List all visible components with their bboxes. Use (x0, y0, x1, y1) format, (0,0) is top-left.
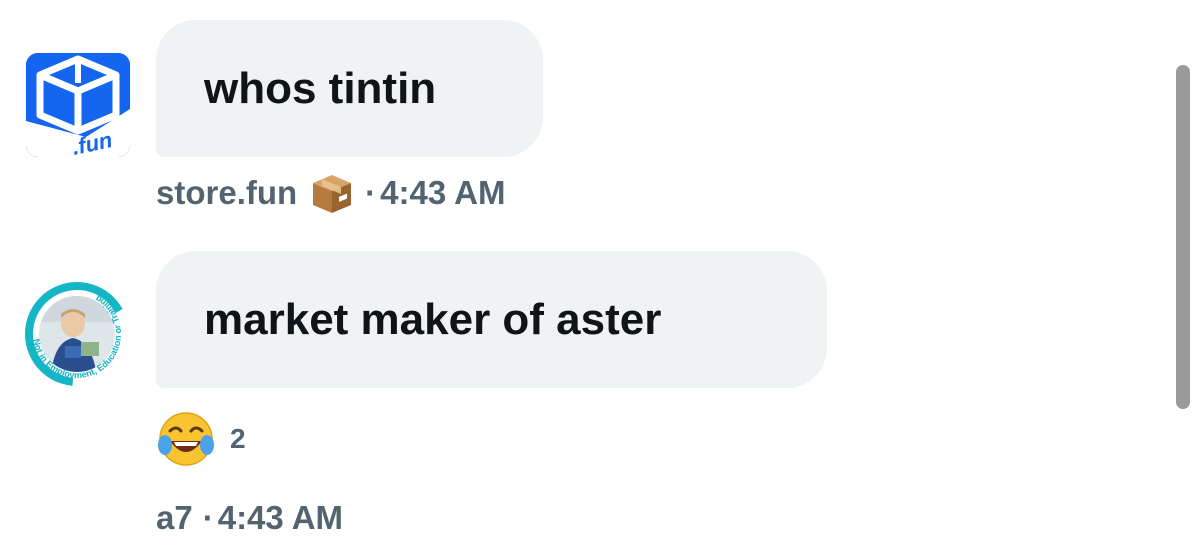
message-text: whos tintin (204, 63, 437, 113)
message-bubble[interactable]: market maker of aster (156, 251, 827, 388)
tears-of-joy-emoji-icon (158, 412, 214, 466)
scrollbar-thumb[interactable] (1176, 65, 1190, 409)
separator-dot: · (365, 174, 377, 211)
box-logo-icon: .fun (26, 53, 130, 157)
package-icon (309, 170, 355, 216)
profile-photo-icon: Not in Employment, Education or Training (25, 282, 129, 386)
message-meta: a7 · 4:43 AM (156, 499, 343, 537)
a7-avatar[interactable]: Not in Employment, Education or Training (25, 282, 129, 386)
reaction-badge[interactable]: 2 (156, 411, 246, 467)
store-fun-avatar[interactable]: .fun (26, 53, 130, 157)
message-bubble[interactable]: whos tintin (156, 20, 543, 157)
timestamp: 4:43 AM (217, 499, 344, 536)
separator-dot: · (202, 499, 214, 536)
message-text: market maker of aster (204, 294, 662, 344)
timestamp: 4:43 AM (380, 174, 506, 211)
message-meta: store.fun · 4:43 AM (156, 170, 506, 216)
sender-name[interactable]: a7 (156, 499, 193, 537)
reaction-count: 2 (230, 423, 246, 454)
sender-name[interactable]: store.fun (156, 174, 297, 212)
